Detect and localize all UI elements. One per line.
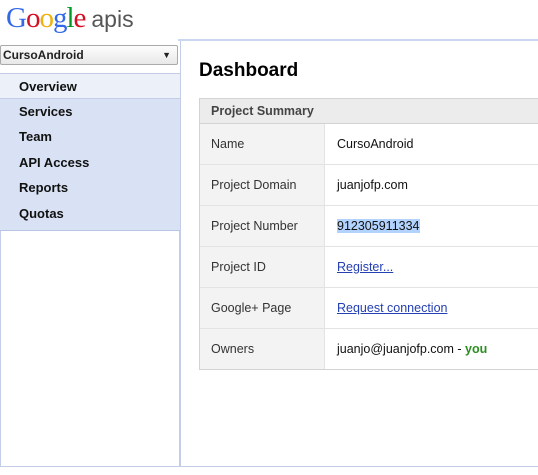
- project-id-value: Register...: [325, 247, 393, 287]
- google-apis-logo: Google apis: [6, 2, 134, 36]
- table-row-domain: Project Domain juanjofp.com: [200, 165, 538, 206]
- project-selector-value: CursoAndroid: [3, 48, 84, 62]
- sidebar-item-overview[interactable]: Overview: [0, 73, 192, 99]
- sidebar-item-quotas[interactable]: Quotas: [0, 201, 180, 227]
- number-value: 912305911334: [325, 206, 420, 246]
- sidebar-item-api-access[interactable]: API Access: [0, 150, 180, 176]
- project-summary-table: Project Summary Name CursoAndroid Projec…: [199, 98, 538, 370]
- project-summary-heading: Project Summary: [200, 99, 538, 124]
- table-row-project-id: Project ID Register...: [200, 247, 538, 288]
- owner-email: juanjo@juanjofp.com: [337, 342, 454, 356]
- google-wordmark: Google: [6, 2, 86, 34]
- owners-value: juanjo@juanjofp.com - you: [325, 329, 487, 369]
- sidebar-nav: Overview Services Team API Access Report…: [0, 73, 192, 231]
- gplus-value: Request connection: [325, 288, 448, 328]
- request-connection-link[interactable]: Request connection: [337, 301, 448, 315]
- project-selector[interactable]: CursoAndroid ▼: [0, 45, 178, 65]
- name-label: Name: [200, 124, 325, 164]
- table-row-gplus: Google+ Page Request connection: [200, 288, 538, 329]
- domain-label: Project Domain: [200, 165, 325, 205]
- gplus-label: Google+ Page: [200, 288, 325, 328]
- domain-value: juanjofp.com: [337, 178, 408, 192]
- page-title: Dashboard: [199, 60, 299, 81]
- sidebar-item-services[interactable]: Services: [0, 99, 180, 125]
- logo-suffix: apis: [91, 6, 134, 32]
- number-label: Project Number: [200, 206, 325, 246]
- name-value: CursoAndroid: [337, 137, 414, 151]
- owner-you-badge: you: [465, 342, 488, 356]
- table-row-name: Name CursoAndroid: [200, 124, 538, 165]
- chevron-down-icon: ▼: [162, 50, 171, 60]
- sidebar-item-team[interactable]: Team: [0, 124, 180, 150]
- table-row-owners: Owners juanjo@juanjofp.com - you: [200, 329, 538, 369]
- owner-separator: -: [453, 342, 466, 356]
- owners-label: Owners: [200, 329, 325, 369]
- project-id-label: Project ID: [200, 247, 325, 287]
- sidebar-item-reports[interactable]: Reports: [0, 175, 180, 201]
- table-row-number: Project Number 912305911334: [200, 206, 538, 247]
- register-link[interactable]: Register...: [337, 260, 393, 274]
- selected-project-number[interactable]: 912305911334: [337, 219, 420, 233]
